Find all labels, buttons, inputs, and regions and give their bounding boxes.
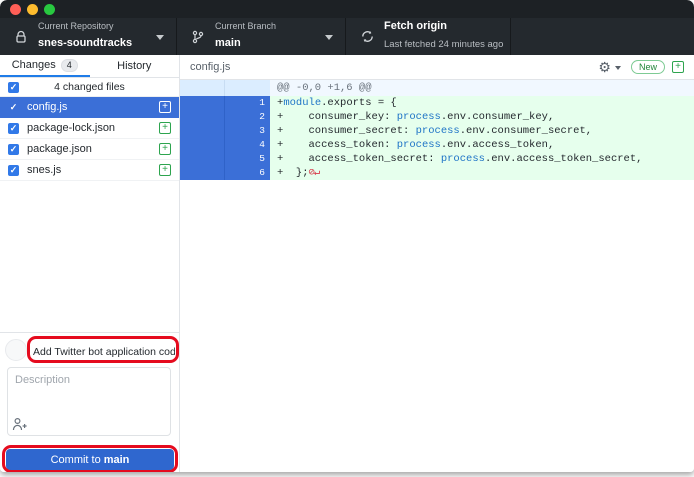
chevron-down-icon bbox=[325, 35, 333, 40]
avatar bbox=[5, 339, 27, 361]
file-added-status-icon: + bbox=[159, 122, 171, 134]
chevron-down-icon bbox=[156, 35, 164, 40]
select-all-checkbox[interactable]: ✓ bbox=[8, 82, 19, 93]
file-row-package-json[interactable]: ✓ package.json + bbox=[0, 139, 179, 160]
file-row-config-js[interactable]: ✓ config.js + bbox=[0, 97, 179, 118]
tab-history[interactable]: History bbox=[90, 55, 180, 77]
gutter-old[interactable] bbox=[180, 138, 225, 152]
sidebar-tabs: Changes 4 History bbox=[0, 55, 179, 78]
diff-line[interactable]: 4 + access_token: process.env.access_tok… bbox=[180, 138, 694, 152]
new-file-badge: New bbox=[631, 60, 665, 74]
gutter-old[interactable] bbox=[180, 96, 225, 110]
sync-icon bbox=[359, 29, 375, 45]
file-name: package-lock.json bbox=[27, 122, 115, 134]
code-line: + consumer_secret: process.env.consumer_… bbox=[270, 124, 694, 138]
file-added-status-icon: + bbox=[159, 164, 171, 176]
close-window-button[interactable] bbox=[10, 4, 21, 15]
commit-description-textarea[interactable] bbox=[7, 367, 171, 436]
current-repository-dropdown[interactable]: Current Repository snes-soundtracks bbox=[0, 18, 177, 55]
gutter-line-number[interactable]: 4 bbox=[225, 138, 270, 152]
code-line: + };⊘↵ bbox=[270, 166, 694, 180]
commit-button-label: Commit to bbox=[51, 454, 101, 466]
gutter-old[interactable] bbox=[180, 152, 225, 166]
diff-content: @@ -0,0 +1,6 @@ 1 +module.exports = { 2 … bbox=[180, 80, 694, 180]
tab-history-label: History bbox=[117, 60, 151, 72]
repository-name: snes-soundtracks bbox=[38, 37, 132, 49]
file-name: package.json bbox=[27, 143, 92, 155]
file-checkbox[interactable]: ✓ bbox=[8, 144, 19, 155]
chevron-down-icon[interactable] bbox=[615, 66, 621, 70]
code-line: + consumer_key: process.env.consumer_key… bbox=[270, 110, 694, 124]
gutter-line-number[interactable]: 1 bbox=[225, 96, 270, 110]
file-added-status-icon: + bbox=[159, 143, 171, 155]
zoom-window-button[interactable] bbox=[44, 4, 55, 15]
repository-label: Current Repository bbox=[38, 21, 132, 32]
select-all-row: ✓ 4 changed files bbox=[0, 78, 179, 97]
diff-line[interactable]: 1 +module.exports = { bbox=[180, 96, 694, 110]
diff-file-name: config.js bbox=[190, 61, 230, 73]
sidebar: Changes 4 History ✓ 4 changed files ✓ co… bbox=[0, 55, 180, 472]
fetch-subtitle: Last fetched 24 minutes ago bbox=[384, 39, 503, 50]
diff-header: config.js ⚙ New + bbox=[180, 55, 694, 80]
code-line: + access_token: process.env.access_token… bbox=[270, 138, 694, 152]
file-checkbox[interactable]: ✓ bbox=[8, 102, 19, 113]
fetch-title: Fetch origin bbox=[384, 20, 503, 34]
gutter-old[interactable] bbox=[180, 166, 225, 180]
code-line: + access_token_secret: process.env.acces… bbox=[270, 152, 694, 166]
hunk-gutter-old bbox=[180, 80, 225, 96]
titlebar bbox=[0, 0, 694, 18]
added-status-icon: + bbox=[672, 61, 684, 73]
fetch-origin-button[interactable]: Fetch origin Last fetched 24 minutes ago bbox=[346, 18, 511, 55]
file-checkbox[interactable]: ✓ bbox=[8, 123, 19, 134]
toolbar: Current Repository snes-soundtracks Curr… bbox=[0, 18, 694, 55]
file-checkbox[interactable]: ✓ bbox=[8, 165, 19, 176]
changes-count-badge: 4 bbox=[61, 59, 78, 72]
tab-changes-label: Changes bbox=[12, 59, 56, 71]
lock-icon bbox=[13, 29, 29, 45]
branch-name: main bbox=[215, 37, 241, 49]
hunk-header-row: @@ -0,0 +1,6 @@ bbox=[180, 80, 694, 96]
hunk-header-text: @@ -0,0 +1,6 @@ bbox=[270, 80, 694, 96]
diff-line[interactable]: 5 + access_token_secret: process.env.acc… bbox=[180, 152, 694, 166]
gutter-line-number[interactable]: 2 bbox=[225, 110, 270, 124]
gutter-line-number[interactable]: 3 bbox=[225, 124, 270, 138]
diff-pane: config.js ⚙ New + @@ -0,0 +1,6 @@ 1 +mod… bbox=[180, 55, 694, 472]
file-row-snes-js[interactable]: ✓ snes.js + bbox=[0, 160, 179, 181]
current-branch-dropdown[interactable]: Current Branch main bbox=[177, 18, 346, 55]
file-name: config.js bbox=[27, 101, 67, 113]
gutter-line-number[interactable]: 6 bbox=[225, 166, 270, 180]
commit-button[interactable]: Commit to main bbox=[6, 449, 174, 470]
code-line: +module.exports = { bbox=[270, 96, 694, 110]
minimize-window-button[interactable] bbox=[27, 4, 38, 15]
app-window: Current Repository snes-soundtracks Curr… bbox=[0, 0, 694, 472]
file-added-status-icon: + bbox=[159, 101, 171, 113]
commit-box-divider bbox=[0, 332, 179, 333]
commit-button-branch: main bbox=[104, 454, 130, 466]
gutter-line-number[interactable]: 5 bbox=[225, 152, 270, 166]
gear-icon[interactable]: ⚙ bbox=[598, 60, 611, 74]
diff-line[interactable]: 2 + consumer_key: process.env.consumer_k… bbox=[180, 110, 694, 124]
git-branch-icon bbox=[190, 29, 206, 45]
gutter-old[interactable] bbox=[180, 124, 225, 138]
diff-line[interactable]: 3 + consumer_secret: process.env.consume… bbox=[180, 124, 694, 138]
branch-label: Current Branch bbox=[215, 21, 276, 32]
add-coauthor-icon[interactable] bbox=[12, 417, 28, 431]
tab-changes[interactable]: Changes 4 bbox=[0, 55, 90, 77]
toolbar-spacer bbox=[511, 18, 694, 55]
commit-summary-input[interactable] bbox=[33, 342, 175, 361]
no-newline-eol-icon: ⊘↵ bbox=[309, 167, 320, 179]
changed-files-label: 4 changed files bbox=[54, 81, 125, 93]
hunk-gutter-new bbox=[225, 80, 270, 96]
file-name: snes.js bbox=[27, 164, 61, 176]
diff-line[interactable]: 6 + };⊘↵ bbox=[180, 166, 694, 180]
gutter-old[interactable] bbox=[180, 110, 225, 124]
file-row-package-lock-json[interactable]: ✓ package-lock.json + bbox=[0, 118, 179, 139]
